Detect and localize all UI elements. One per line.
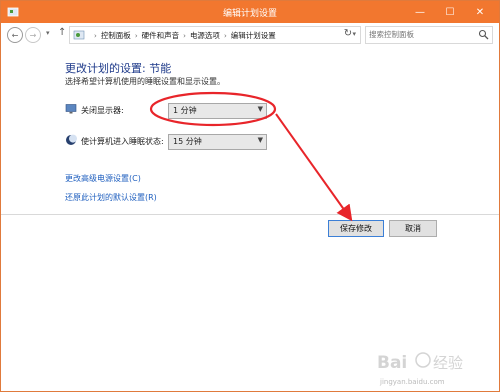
address-bar[interactable]: › 控制面板 › 硬件和声音 › 电源选项 › 编辑计划设置 ▾ xyxy=(69,26,361,44)
chevron-down-icon: ▼ xyxy=(257,136,263,144)
breadcrumb-separator: › xyxy=(223,32,227,40)
sleep-label: 使计算机进入睡眠状态: xyxy=(81,137,164,146)
sleep-moon-icon xyxy=(66,134,77,145)
breadcrumb-hardware-sound[interactable]: 硬件和声音 xyxy=(142,31,180,40)
chevron-down-icon: ▼ xyxy=(257,105,263,113)
save-changes-button[interactable]: 保存修改 xyxy=(328,220,384,237)
search-icon[interactable] xyxy=(478,29,489,40)
breadcrumb-separator: › xyxy=(134,32,138,40)
search-box[interactable] xyxy=(365,26,493,44)
watermark-url: jingyan.baidu.com xyxy=(380,378,445,386)
display-off-value: 1 分钟 xyxy=(173,106,197,115)
maximize-button[interactable]: ☐ xyxy=(435,1,465,23)
cancel-button[interactable]: 取消 xyxy=(389,220,437,237)
breadcrumb-power-options[interactable]: 电源选项 xyxy=(190,31,220,40)
main-content: 更改计划的设置: 节能 选择希望计算机使用的睡眠设置和显示设置。 关闭显示器: … xyxy=(1,45,499,215)
control-panel-window: 编辑计划设置 — ☐ ✕ ← → ▾ ↑ › 控制面板 › 硬件和声音 › 电源选项 › 编辑… xyxy=(0,0,500,392)
breadcrumb-edit-plan[interactable]: 编辑计划设置 xyxy=(231,31,276,40)
back-button[interactable]: ← xyxy=(7,27,23,43)
minimize-button[interactable]: — xyxy=(405,1,435,23)
up-button[interactable]: ↑ xyxy=(58,27,66,38)
page-subtitle: 选择希望计算机使用的睡眠设置和显示设置。 xyxy=(65,77,225,86)
svg-text:Bai: Bai xyxy=(377,353,407,373)
footer-divider xyxy=(1,214,499,215)
advanced-power-settings-link[interactable]: 更改高级电源设置(C) xyxy=(65,173,141,184)
page-title: 更改计划的设置: 节能 xyxy=(65,62,172,75)
recent-locations-dropdown[interactable]: ▾ xyxy=(46,29,50,37)
refresh-button[interactable]: ↻ xyxy=(341,26,355,40)
breadcrumb-separator: › xyxy=(94,32,97,40)
sleep-value: 15 分钟 xyxy=(173,137,202,146)
display-off-select[interactable]: 1 分钟 ▼ xyxy=(168,103,267,119)
display-off-label: 关闭显示器: xyxy=(81,106,124,115)
forward-button[interactable]: → xyxy=(25,27,41,43)
restore-defaults-link[interactable]: 还原此计划的默认设置(R) xyxy=(65,192,157,203)
sleep-select[interactable]: 15 分钟 ▼ xyxy=(168,134,267,150)
close-button[interactable]: ✕ xyxy=(465,1,495,23)
monitor-icon xyxy=(65,104,77,114)
breadcrumb-separator: › xyxy=(183,32,186,40)
title-bar: 编辑计划设置 — ☐ ✕ xyxy=(1,1,499,23)
svg-text:经验: 经验 xyxy=(433,354,463,372)
breadcrumb-control-panel[interactable]: 控制面板 xyxy=(101,31,131,40)
breadcrumb: › 控制面板 › 硬件和声音 › 电源选项 › 编辑计划设置 xyxy=(90,30,276,41)
search-input[interactable] xyxy=(369,28,469,40)
control-panel-icon xyxy=(73,30,85,40)
